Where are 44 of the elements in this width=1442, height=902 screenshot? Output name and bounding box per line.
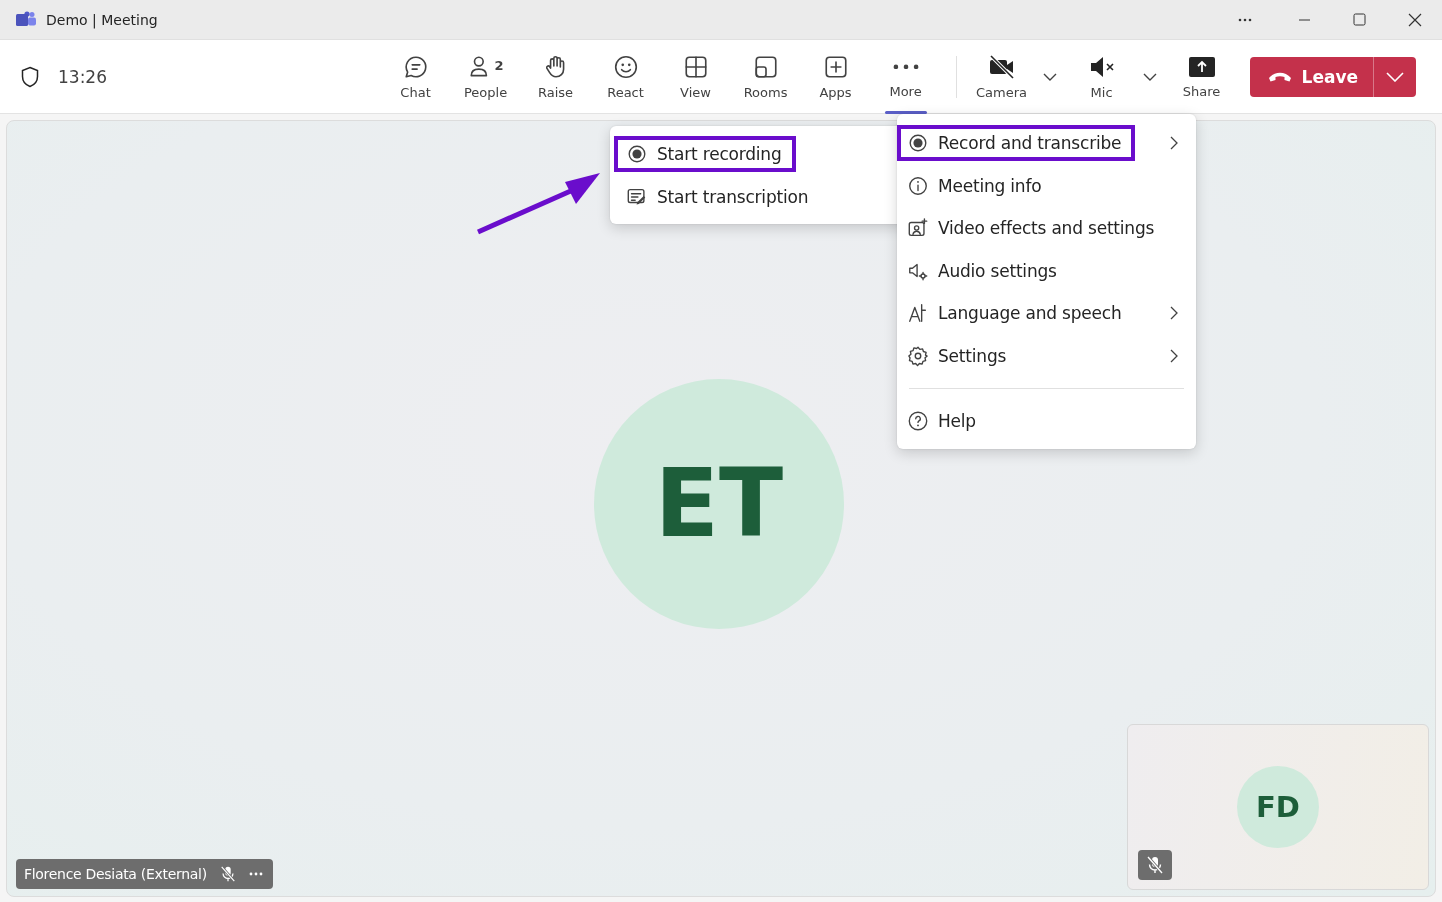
self-avatar: FD xyxy=(1237,766,1319,848)
menu-item[interactable]: Record and transcribe xyxy=(897,125,1136,162)
toolbar-button[interactable]: View xyxy=(660,39,731,114)
help-icon xyxy=(907,410,929,433)
participant-name-tag: Florence Desiata (External) xyxy=(16,859,273,889)
menu-item[interactable]: Start transcription xyxy=(614,178,823,215)
caret-icon[interactable] xyxy=(1142,72,1157,81)
hang-up-icon xyxy=(1267,70,1292,83)
menu-item[interactable]: Language and speech xyxy=(897,295,1136,332)
menu-item[interactable]: Start recording xyxy=(614,136,796,173)
shield-icon[interactable] xyxy=(20,65,40,88)
more-icon[interactable] xyxy=(248,872,263,876)
toolbar-button[interactable]: 2 People xyxy=(450,39,521,114)
grid-icon xyxy=(682,53,709,80)
toolbar-button[interactable]: Raise xyxy=(520,39,591,114)
menu-item[interactable]: Video effects and settings xyxy=(897,210,1169,247)
share-button[interactable]: Share xyxy=(1170,39,1233,114)
smiley-icon xyxy=(612,53,639,80)
rooms-icon xyxy=(752,53,779,80)
caret-icon[interactable] xyxy=(1042,72,1057,81)
language-icon xyxy=(907,302,929,325)
people-count: 2 xyxy=(494,57,504,73)
chat-bubble-icon xyxy=(402,53,429,80)
menu-item[interactable]: Help xyxy=(897,403,990,440)
meeting-timer: 13:26 xyxy=(58,66,107,87)
plus-square-icon xyxy=(822,53,849,80)
toolbar-button[interactable]: Chat xyxy=(380,39,451,114)
gear-icon xyxy=(907,344,929,367)
menu-item[interactable]: Settings xyxy=(897,337,1021,374)
toolbar-button[interactable]: React xyxy=(590,39,661,114)
menu-item[interactable]: Meeting info xyxy=(897,167,1056,204)
camera-button[interactable]: Camera xyxy=(970,39,1033,114)
window-title: Demo | Meeting xyxy=(46,11,158,28)
mic-button[interactable]: Mic xyxy=(1070,39,1133,114)
caret-icon xyxy=(1386,71,1404,82)
app-logo-icon xyxy=(16,11,37,28)
toolbar-button[interactable]: Rooms xyxy=(730,39,801,114)
toolbar-button[interactable]: Apps xyxy=(800,39,871,114)
participant-avatar: ET xyxy=(594,378,844,629)
info-icon xyxy=(907,174,929,197)
more-button[interactable]: More xyxy=(870,39,941,114)
menu-item[interactable]: Audio settings xyxy=(897,252,1071,289)
share-icon xyxy=(1187,54,1216,79)
more-icon xyxy=(892,63,919,70)
